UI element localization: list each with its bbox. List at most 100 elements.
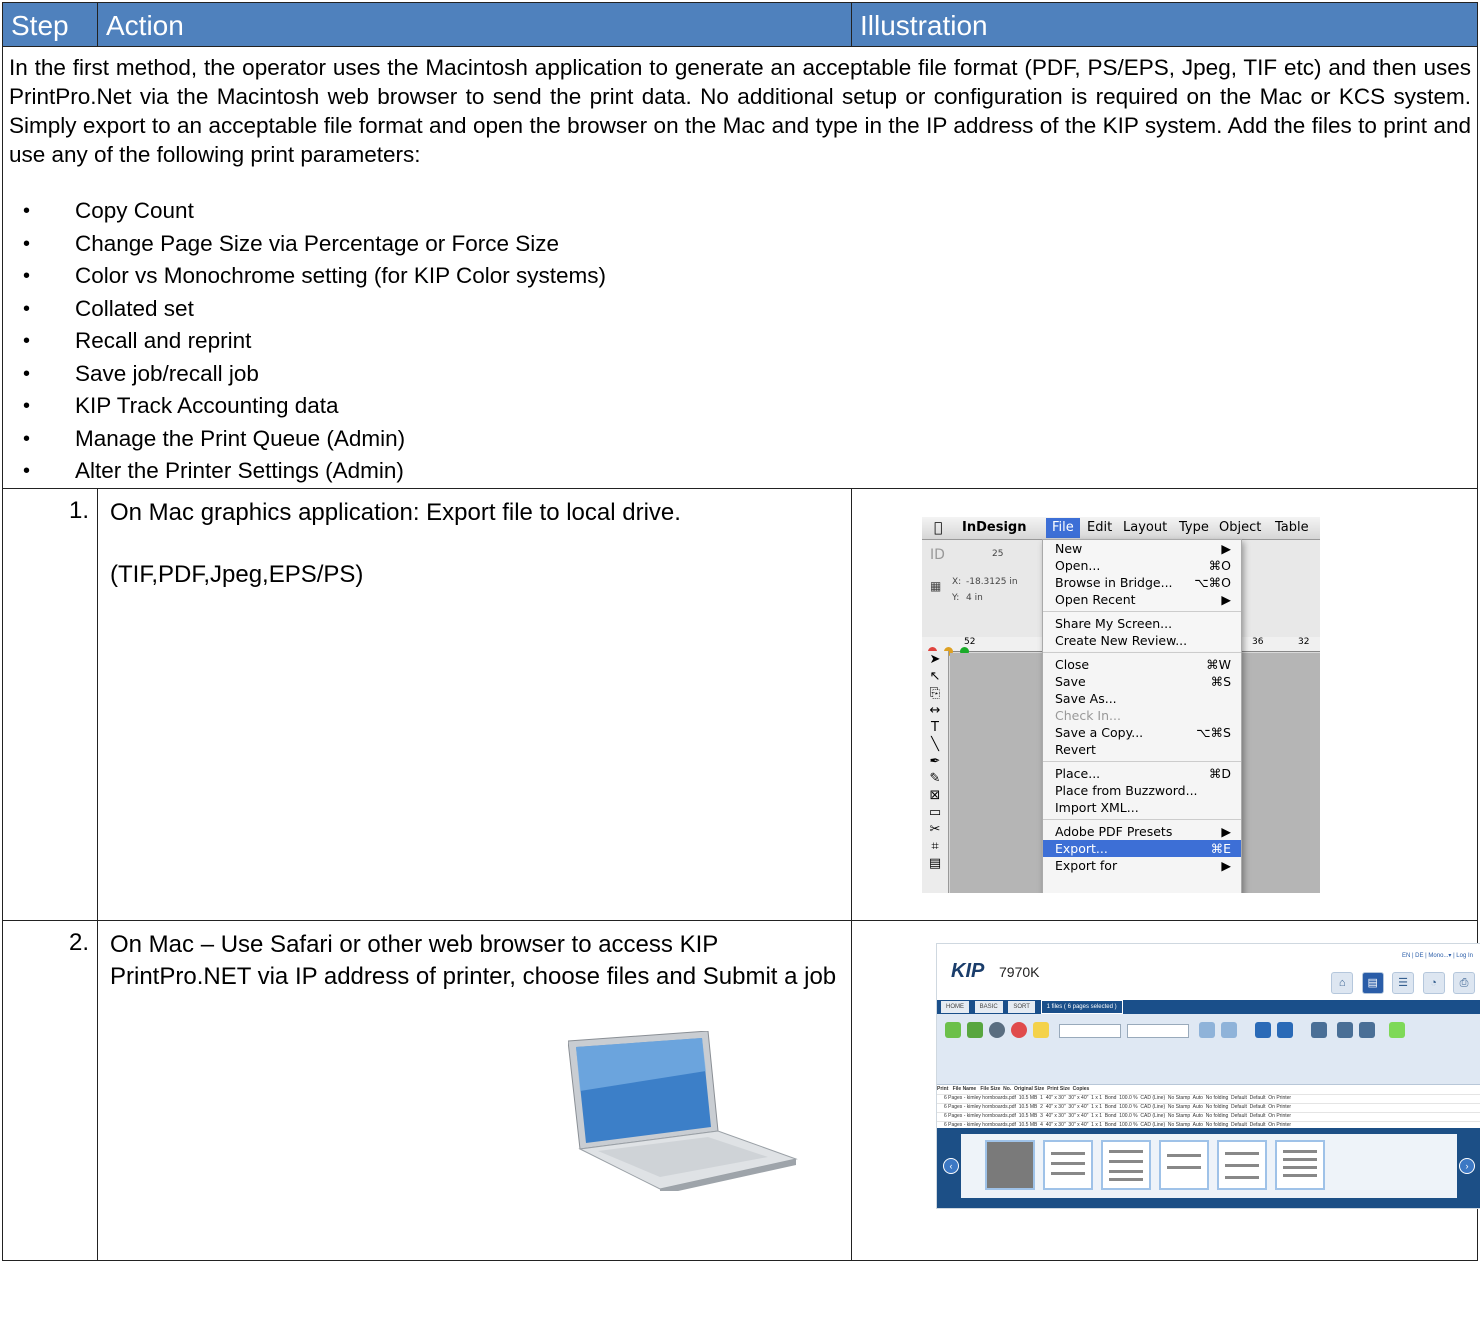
menu-file[interactable]: File — [1046, 517, 1080, 538]
apply-template-icon[interactable] — [1359, 1021, 1375, 1038]
settings-printer-icon[interactable]: ⎙ — [1453, 971, 1475, 994]
original-size-cell: 40" x 30" — [1045, 1112, 1066, 1119]
tab-home[interactable]: HOME — [941, 1000, 969, 1013]
table-row[interactable]: 6 Pages - kimley hornboards.pdf 10.5 MB … — [937, 1104, 1480, 1113]
menu-item-save[interactable]: Save ⌘S — [1043, 673, 1241, 690]
rectangle-frame-tool-icon[interactable]: ⊠ — [922, 787, 948, 804]
tab-sort[interactable]: SORT — [1008, 1000, 1035, 1013]
menu-layout[interactable]: Layout — [1123, 520, 1167, 535]
secure-none-icon[interactable] — [1311, 1021, 1327, 1038]
menu-item-label: New — [1055, 540, 1083, 556]
menu-item-share-my-screen[interactable]: Share My Screen... — [1043, 615, 1241, 632]
menu-item-label: Open Recent — [1055, 591, 1136, 607]
y-field[interactable]: 4 in — [966, 593, 983, 603]
page-thumbnail[interactable] — [1217, 1139, 1267, 1190]
step-action: On Mac – Use Safari or other web browser… — [97, 919, 852, 1261]
default-cell: Default — [1249, 1103, 1266, 1110]
menu-table[interactable]: Table — [1275, 520, 1309, 535]
line-tool-icon[interactable]: ╲ — [922, 736, 948, 753]
menu-object[interactable]: Object — [1219, 520, 1261, 535]
apple-icon[interactable]:  — [934, 520, 942, 536]
list-item: Manage the Print Queue (Admin) — [23, 423, 1471, 456]
page-thumbnail[interactable] — [985, 1139, 1035, 1190]
menu-edit[interactable]: Edit — [1087, 520, 1112, 535]
pencil-tool-icon[interactable]: ✎ — [922, 770, 948, 787]
menu-item-new[interactable]: New ▶ — [1043, 540, 1241, 557]
gradient-tool-icon[interactable]: ▤ — [922, 855, 948, 872]
scale-cell: 100.0 % — [1119, 1112, 1138, 1119]
project-icon[interactable] — [1199, 1021, 1215, 1038]
list-item: Alter the Printer Settings (Admin) — [23, 455, 1471, 488]
free-transform-tool-icon[interactable]: ⌗ — [922, 838, 948, 855]
list-item: Save job/recall job — [23, 358, 1471, 391]
menu-item-place[interactable]: Place... ⌘D — [1043, 765, 1241, 782]
home-icon[interactable]: ⌂ — [1331, 971, 1354, 994]
menu-app-name[interactable]: InDesign — [962, 520, 1026, 535]
menu-item-import-xml[interactable]: Import XML... — [1043, 799, 1241, 816]
menu-shortcut: ⌘D — [1208, 765, 1231, 781]
rectangle-tool-icon[interactable]: ▭ — [922, 804, 948, 821]
printer-icon[interactable]: ▤ — [1361, 971, 1384, 994]
tab-files-selected[interactable]: 1 files ( 6 pages selected ) — [1040, 999, 1123, 1014]
menu-item-adobe-pdf-presets[interactable]: Adobe PDF Presets ▶ — [1043, 823, 1241, 840]
menu-item-export[interactable]: Export... ⌘E — [1043, 839, 1241, 857]
menu-item-export-for[interactable]: Export for ▶ — [1043, 857, 1241, 874]
location-icon[interactable] — [967, 1021, 983, 1038]
page-thumbnail[interactable] — [1159, 1139, 1209, 1190]
menu-item-browse-in-bridge[interactable]: Browse in Bridge... ⌥⌘O — [1043, 574, 1241, 591]
menu-item-save-a-copy[interactable]: Save a Copy... ⌥⌘S — [1043, 724, 1241, 741]
kip-printpro-screenshot: KIP 7970K EN | DE | Mono...▾ | Log In ⌂ … — [936, 942, 1480, 1209]
table-row[interactable]: 6 Pages - kimley hornboards.pdf 10.5 MB … — [937, 1095, 1480, 1104]
history-icon[interactable]: ◔ — [1422, 971, 1445, 994]
column-header: Original Size — [1014, 1085, 1045, 1092]
page-thumbnail[interactable] — [1043, 1139, 1093, 1190]
menu-shortcut: ⌘O — [1208, 557, 1231, 573]
x-field[interactable]: -18.3125 in — [966, 577, 1018, 587]
control-panel-right — [1240, 538, 1320, 637]
page-thumbnail[interactable] — [1275, 1139, 1325, 1190]
steps-table: Step Action Illustration In the first me… — [2, 2, 1480, 1261]
scissors-tool-icon[interactable]: ✂ — [922, 821, 948, 838]
new-job-icon[interactable] — [1033, 1021, 1049, 1038]
chevron-right-icon[interactable]: › — [1459, 1157, 1475, 1174]
sets-stepper[interactable] — [1059, 1023, 1121, 1038]
menu-item-open[interactable]: Open... ⌘O — [1043, 557, 1241, 574]
queue-icon[interactable]: ☰ — [1392, 971, 1415, 994]
remove-icon[interactable] — [1011, 1021, 1027, 1038]
selection-tool-icon[interactable]: ➤ — [922, 651, 948, 668]
add-icon[interactable] — [945, 1021, 961, 1038]
menu-item-create-new-review[interactable]: Create New Review... — [1043, 632, 1241, 649]
menu-item-label: Close — [1055, 656, 1090, 672]
ruler-mark: 36 — [1252, 636, 1264, 647]
menu-item-save-as[interactable]: Save As... — [1043, 690, 1241, 707]
menu-item-label: Adobe PDF Presets — [1055, 823, 1173, 839]
submit-icon[interactable] — [1389, 1021, 1405, 1038]
table-row[interactable]: 6 Pages - kimley hornboards.pdf 10.5 MB … — [937, 1113, 1480, 1122]
stamp-cell: No Stamp — [1167, 1112, 1191, 1119]
type-tool-icon[interactable]: T — [922, 719, 948, 736]
after-job-icon[interactable] — [1255, 1021, 1271, 1038]
step-illustration: ID 25 ▦ X: -18.3125 in Y: 4 in 52 36 32 — [851, 487, 1478, 921]
gap-tool-icon[interactable]: ↔ — [922, 702, 948, 719]
ready-icon[interactable] — [989, 1021, 1005, 1038]
save-template-icon[interactable] — [1337, 1021, 1353, 1038]
tab-basic[interactable]: BASIC — [974, 1000, 1003, 1013]
menu-item-close[interactable]: Close ⌘W — [1043, 656, 1241, 673]
menu-item-place-from-buzzword[interactable]: Place from Buzzword... — [1043, 782, 1241, 799]
menu-item-open-recent[interactable]: Open Recent ▶ — [1043, 591, 1241, 608]
direct-selection-tool-icon[interactable]: ↖ — [922, 668, 948, 685]
copies-stepper[interactable] — [1127, 1023, 1189, 1038]
menu-item-revert[interactable]: Revert — [1043, 741, 1241, 758]
media-cell: Bond — [1104, 1112, 1117, 1119]
pen-tool-icon[interactable]: ✒ — [922, 753, 948, 770]
column-header: No. — [1003, 1085, 1012, 1092]
menu-type[interactable]: Type — [1179, 520, 1209, 535]
chevron-left-icon[interactable]: ‹ — [943, 1157, 959, 1174]
language-bar[interactable]: EN | DE | Mono...▾ | Log In — [1402, 952, 1473, 959]
department-icon[interactable] — [1221, 1021, 1237, 1038]
page-tool-icon[interactable]: ⎘ — [922, 685, 948, 702]
between-sets-icon[interactable] — [1277, 1021, 1293, 1038]
page-thumbnail[interactable] — [1101, 1139, 1151, 1190]
menu-item-label: Save a Copy... — [1055, 724, 1144, 740]
file-name-cell: 6 Pages - kimley hornboards.pdf — [943, 1112, 1016, 1119]
